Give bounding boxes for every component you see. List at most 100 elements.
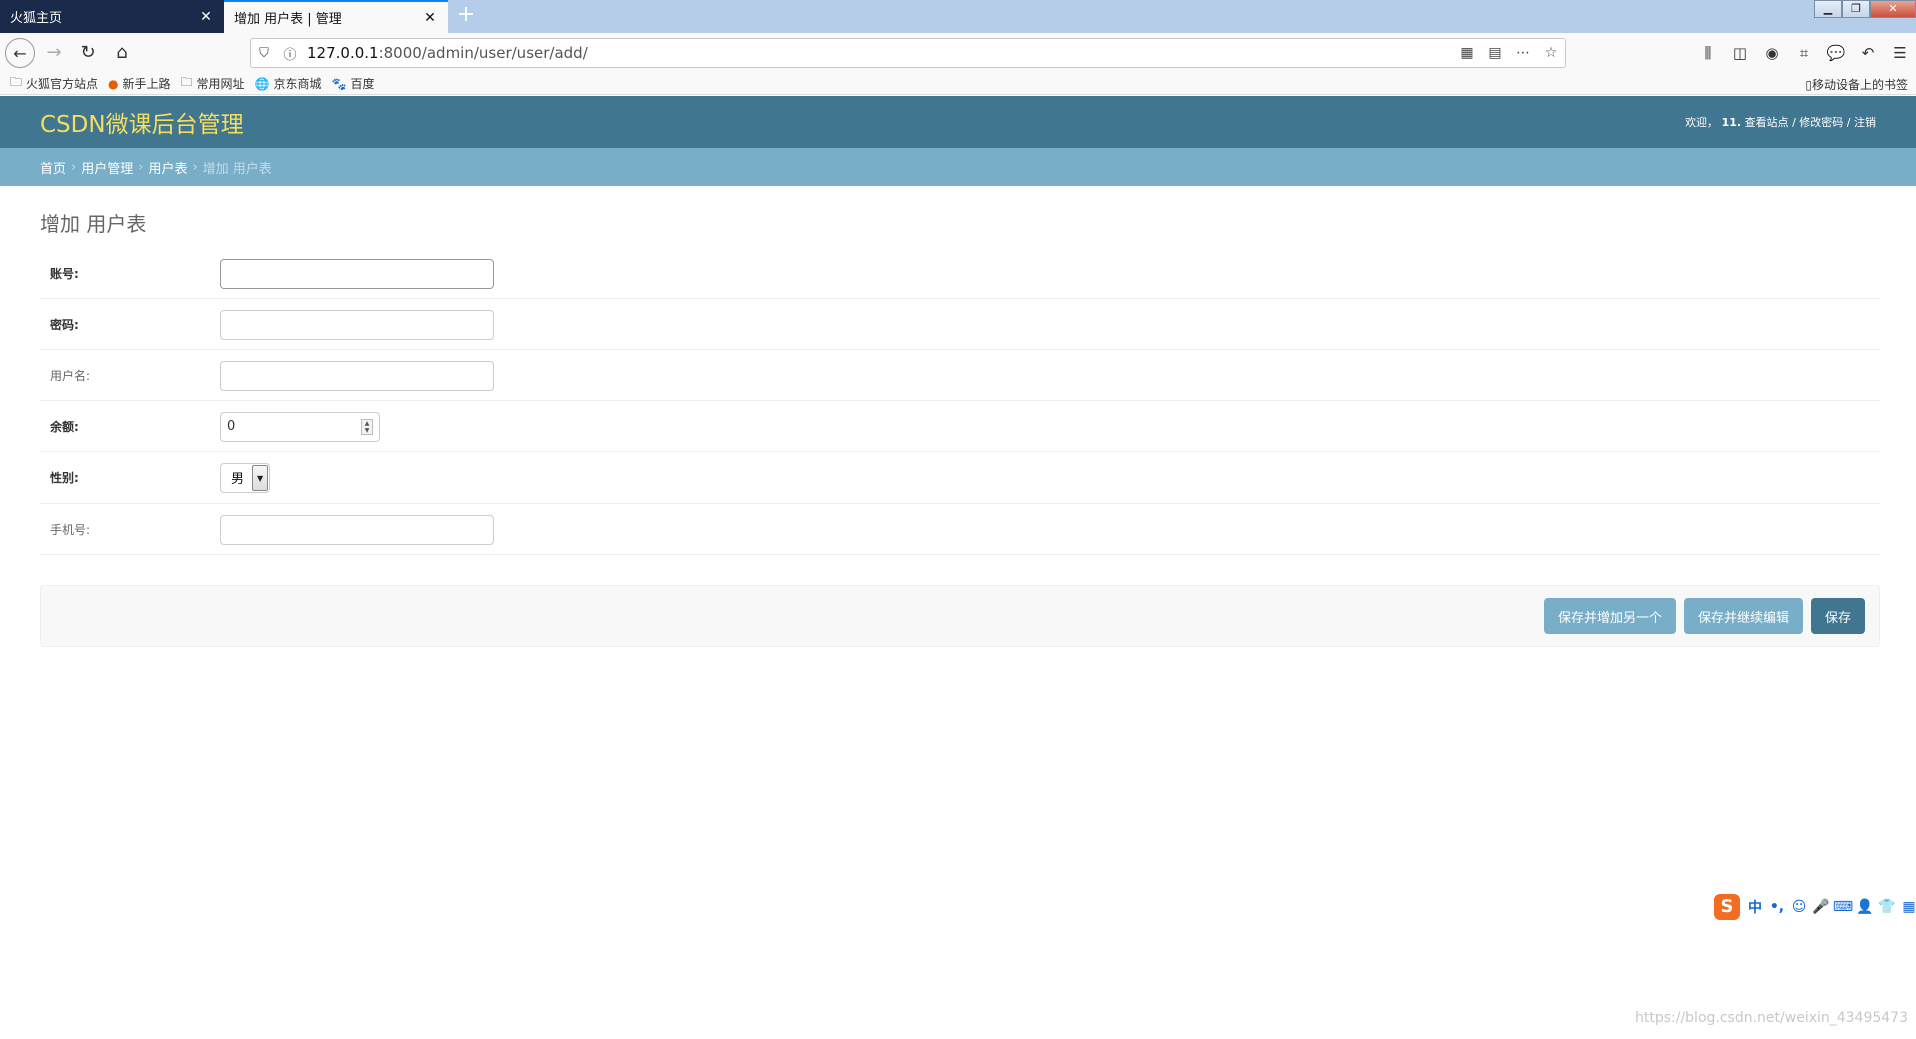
qr-code-icon[interactable]: ▦ xyxy=(1453,45,1481,61)
url-path: :8000/admin/user/user/add/ xyxy=(378,44,588,62)
account-icon[interactable]: ◉ xyxy=(1756,44,1788,62)
breadcrumb-separator: › xyxy=(138,159,144,175)
gender-field-wrap: 男 ▼ xyxy=(220,452,271,503)
account-field-wrap xyxy=(220,248,494,299)
url-host: 127.0.0.1 xyxy=(307,44,379,62)
form-row-password: 密码: xyxy=(40,299,1880,350)
tab-title: 火狐主页 xyxy=(10,11,63,26)
bookmark-star-icon[interactable]: ☆ xyxy=(1537,45,1565,61)
phone-field[interactable] xyxy=(220,514,494,545)
add-user-form: 账号: 密码: 用户名: 余额: 0 ▲ ▼ 性别: 男 ▼ 手机号: xyxy=(40,248,1880,555)
tab-firefox-home[interactable]: 火狐主页 ✕ xyxy=(0,0,224,33)
form-row-phone: 手机号: xyxy=(40,504,1880,555)
ime-emoji-icon[interactable]: ☺ xyxy=(1788,899,1810,915)
separator: / xyxy=(1792,116,1796,129)
password-field[interactable] xyxy=(220,309,494,340)
save-add-another-button[interactable]: 保存并增加另一个 xyxy=(1543,598,1676,634)
breadcrumb-model[interactable]: 用户表 xyxy=(148,158,187,177)
balance-field[interactable]: 0 ▲ ▼ xyxy=(220,411,380,442)
bookmark-item[interactable]: 🌐 京东商城 xyxy=(255,75,322,92)
tab-add-user[interactable]: 增加 用户表 | 管理 ✕ xyxy=(224,0,448,33)
separator: / xyxy=(1846,116,1851,129)
folder-icon: 🗀 xyxy=(10,75,23,89)
watermark: https://blog.csdn.net/weixin_43495473 xyxy=(1634,1010,1908,1026)
account-field[interactable] xyxy=(220,258,494,289)
ime-punctuation-icon[interactable]: •, xyxy=(1766,899,1788,915)
ime-user-icon[interactable]: 👤 xyxy=(1854,899,1876,915)
breadcrumb-app[interactable]: 用户管理 xyxy=(81,158,133,177)
window-close-icon[interactable]: ✕ xyxy=(1870,0,1916,18)
bookmark-label: 京东商城 xyxy=(273,77,322,91)
site-branding[interactable]: CSDN微课后台管理 xyxy=(40,105,244,139)
breadcrumb-home[interactable]: 首页 xyxy=(40,158,66,177)
new-tab-button[interactable]: + xyxy=(454,4,478,28)
bookmark-item[interactable]: ● 新手上路 xyxy=(108,75,171,92)
view-site-link[interactable]: 查看站点 xyxy=(1745,116,1789,129)
reader-view-icon[interactable]: ▤ xyxy=(1481,45,1509,61)
main-content: 增加 用户表 账号: 密码: 用户名: 余额: 0 ▲ ▼ 性别: 男 ▼ 手机… xyxy=(40,186,1880,647)
chevron-down-icon[interactable]: ▼ xyxy=(252,464,269,491)
info-icon[interactable]: ⓘ xyxy=(277,44,303,63)
forward-icon[interactable]: → xyxy=(39,38,69,68)
url-bar[interactable]: ⛉ ⓘ 127.0.0.1:8000/admin/user/user/add/ … xyxy=(250,38,1566,68)
submit-buttons: 保存并增加另一个 保存并继续编辑 保存 xyxy=(1536,598,1865,634)
breadcrumb-separator: › xyxy=(192,159,198,175)
more-icon[interactable]: ⋯ xyxy=(1509,45,1537,61)
ime-skin-icon[interactable]: 👕 xyxy=(1876,899,1898,915)
phone-label: 手机号: xyxy=(50,523,91,537)
admin-header: CSDN微课后台管理 欢迎， 11. 查看站点 / 修改密码 / 注销 xyxy=(0,96,1916,148)
ime-toolbox-icon[interactable]: ▦ xyxy=(1898,899,1916,915)
form-row-account: 账号: xyxy=(40,248,1880,299)
ime-voice-icon[interactable]: 🎤 xyxy=(1810,899,1832,915)
mobile-bookmarks[interactable]: ▯ 移动设备上的书签 xyxy=(1805,76,1908,93)
folder-icon: 🗀 xyxy=(180,75,193,89)
mobile-icon: ▯ xyxy=(1805,77,1812,92)
back-icon[interactable]: ← xyxy=(5,38,35,68)
close-icon[interactable]: ✕ xyxy=(422,10,438,26)
toolbar-right: ⫼ ◫ ◉ ⌗ 💬 ↶ ☰ xyxy=(1692,38,1916,68)
ime-chinese-mode[interactable]: 中 xyxy=(1744,897,1766,917)
minimize-icon[interactable]: ▁ xyxy=(1814,0,1842,18)
undo-icon[interactable]: ↶ xyxy=(1852,44,1884,62)
breadcrumb-separator: › xyxy=(71,159,77,175)
breadcrumb: 首页 › 用户管理 › 用户表 › 增加 用户表 xyxy=(0,148,1916,186)
username-field[interactable] xyxy=(220,360,494,391)
screenshot-icon[interactable]: ⌗ xyxy=(1788,44,1820,62)
ime-toolbar: S 中 •, ☺ 🎤 ⌨ 👤 👕 ▦ xyxy=(1714,893,1916,921)
change-password-link[interactable]: 修改密码 xyxy=(1799,116,1843,129)
sidebar-icon[interactable]: ◫ xyxy=(1724,44,1756,62)
spinner-icon[interactable]: ▲ ▼ xyxy=(361,418,373,435)
bookmark-item[interactable]: 🗀 常用网址 xyxy=(181,73,245,94)
save-continue-button[interactable]: 保存并继续编辑 xyxy=(1683,598,1803,634)
welcome-text: 欢迎， xyxy=(1685,116,1719,129)
ime-keyboard-icon[interactable]: ⌨ xyxy=(1832,899,1854,915)
bookmark-label: 常用网址 xyxy=(196,77,245,91)
sogou-logo-icon[interactable]: S xyxy=(1714,894,1740,920)
chat-icon[interactable]: 💬 xyxy=(1820,44,1852,62)
username-label: 用户名: xyxy=(50,369,91,383)
bookmark-item[interactable]: 🗀 火狐官方站点 xyxy=(10,73,98,94)
menu-icon[interactable]: ☰ xyxy=(1884,44,1916,62)
firefox-icon: ● xyxy=(108,76,119,91)
save-button[interactable]: 保存 xyxy=(1810,598,1865,634)
gender-select[interactable]: 男 ▼ xyxy=(220,462,271,493)
restore-icon[interactable]: ❐ xyxy=(1842,0,1870,18)
password-label: 密码: xyxy=(50,318,79,332)
navigation-bar: ← → ↻ ⌂ ⛉ ⓘ 127.0.0.1:8000/admin/user/us… xyxy=(0,33,1916,73)
username-field-wrap xyxy=(220,350,494,401)
tab-title: 增加 用户表 | 管理 xyxy=(234,12,342,27)
logout-link[interactable]: 注销 xyxy=(1854,116,1876,129)
reload-icon[interactable]: ↻ xyxy=(73,38,103,68)
breadcrumb-current: 增加 用户表 xyxy=(202,161,272,177)
form-row-username: 用户名: xyxy=(40,350,1880,401)
paw-icon: 🐾 xyxy=(331,76,347,91)
close-icon[interactable]: ✕ xyxy=(198,9,214,25)
url-text[interactable]: 127.0.0.1:8000/admin/user/user/add/ xyxy=(303,44,1453,62)
balance-label: 余额: xyxy=(50,420,79,434)
bookmark-item[interactable]: 🐾 百度 xyxy=(332,75,375,92)
library-icon[interactable]: ⫼ xyxy=(1692,44,1724,62)
home-icon[interactable]: ⌂ xyxy=(107,38,137,68)
submit-row: 保存并增加另一个 保存并继续编辑 保存 xyxy=(40,585,1880,647)
tracking-shield-icon[interactable]: ⛉ xyxy=(251,46,277,61)
bookmark-label: 百度 xyxy=(350,77,375,91)
